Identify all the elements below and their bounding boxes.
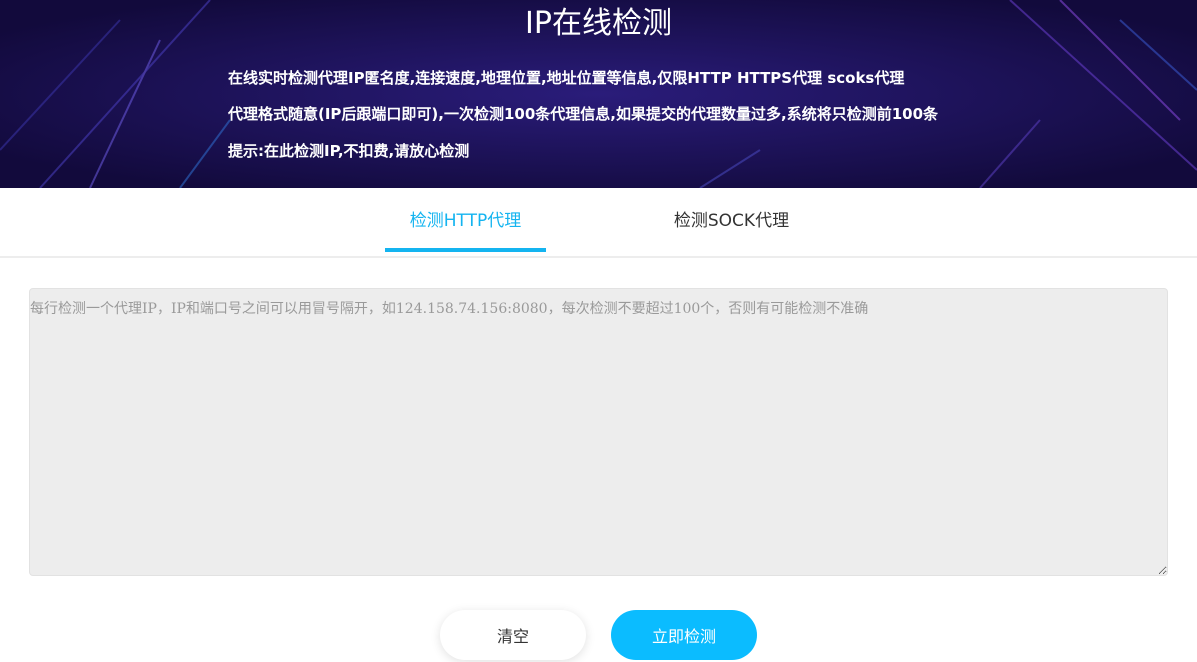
header-banner: IP在线检测 在线实时检测代理IP匿名度,连接速度,地理位置,地址位置等信息,仅…	[0, 0, 1197, 188]
tab-sock-proxy[interactable]: 检测SOCK代理	[651, 188, 812, 254]
tab-http-proxy[interactable]: 检测HTTP代理	[385, 188, 546, 254]
banner-description-2: 代理格式随意(IP后跟端口即可),一次检测100条代理信息,如果提交的代理数量过…	[228, 105, 939, 123]
check-now-button[interactable]: 立即检测	[611, 610, 757, 660]
banner-description-1: 在线实时检测代理IP匿名度,连接速度,地理位置,地址位置等信息,仅限HTTP H…	[228, 69, 905, 87]
proxy-type-tabs: 检测HTTP代理 检测SOCK代理	[0, 188, 1197, 258]
clear-button[interactable]: 清空	[440, 610, 586, 660]
page-title: IP在线检测	[525, 6, 672, 41]
banner-hint: 提示:在此检测IP,不扣费,请放心检测	[228, 142, 470, 160]
proxy-list-input[interactable]	[29, 288, 1168, 576]
